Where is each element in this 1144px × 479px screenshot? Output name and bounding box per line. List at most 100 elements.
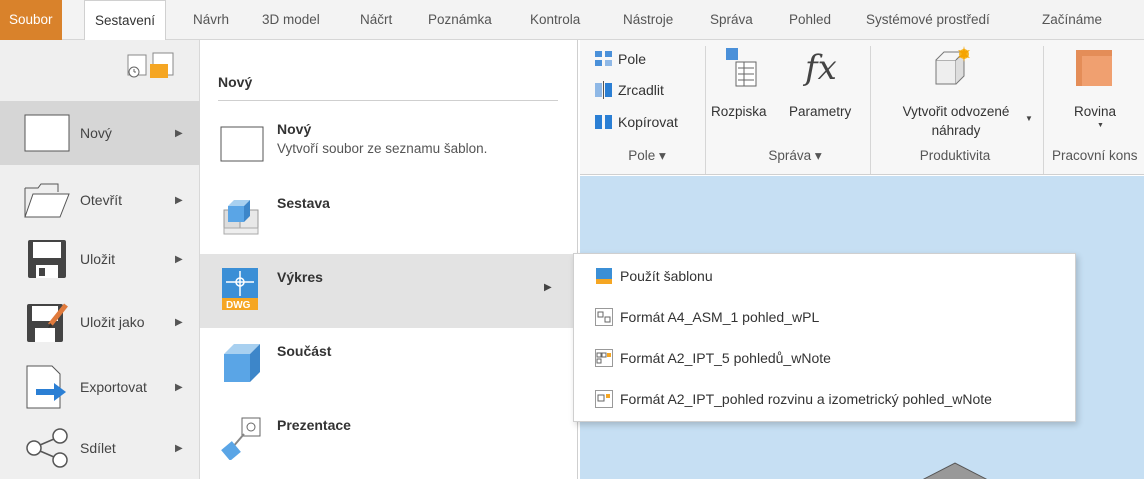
recent-documents-icon[interactable]: [126, 54, 152, 81]
drawing-template-icon: [594, 390, 614, 408]
panel-item-name: Výkres: [277, 269, 323, 285]
plane-icon: [1076, 48, 1116, 91]
productivity-label-line2: náhrady: [931, 123, 981, 138]
file-menu-sidebar: Nový ▶ Otevřít ▶ Uložit ▶ Uložit jako ▶ …: [0, 40, 200, 479]
bom-icon: [726, 48, 758, 91]
panel-title: Nový: [218, 74, 253, 90]
sidebar-item-label: Uložit: [80, 251, 116, 267]
open-documents-icon[interactable]: [150, 52, 180, 83]
sidebar-item-sdilet[interactable]: Sdílet ▶: [0, 416, 200, 479]
flyout-item-label: Použít šablonu: [620, 268, 713, 284]
rozpiska-button[interactable]: Rozpiska: [711, 104, 767, 119]
zrcadlit-label: Zrcadlit: [618, 82, 664, 98]
ribbon: Pole Zrcadlit Kopírovat Pole ▾ Rozpiska …: [580, 40, 1144, 175]
pole-button[interactable]: Pole: [594, 50, 646, 68]
sidebar-item-exportovat[interactable]: Exportovat ▶: [0, 355, 200, 419]
sidebar-item-label: Uložit jako: [80, 314, 145, 330]
sidebar-item-ulozit-jako[interactable]: Uložit jako ▶: [0, 290, 200, 354]
kopirovat-button[interactable]: Kopírovat: [594, 113, 678, 131]
dwg-badge-text: DWG: [226, 300, 251, 311]
sidebar-item-label: Exportovat: [80, 379, 147, 395]
new-file-icon: [220, 118, 264, 164]
pattern-icon: [595, 51, 612, 66]
derived-substitute-icon: [932, 46, 974, 89]
chevron-right-icon: ▶: [544, 282, 552, 293]
panel-item-prezentace[interactable]: Prezentace: [200, 402, 576, 476]
chevron-right-icon: ▶: [175, 127, 183, 139]
flyout-item-label: Formát A4_ASM_1 pohled_wPL: [620, 309, 820, 325]
tab-pohled[interactable]: Pohled: [789, 0, 831, 40]
flyout-item-a4-asm[interactable]: Formát A4_ASM_1 pohled_wPL: [594, 303, 819, 331]
panel-item-name: Sestava: [277, 195, 330, 211]
template-icon: [594, 267, 614, 285]
sidebar-item-otevrit[interactable]: Otevřít ▶: [0, 168, 200, 232]
sidebar-item-ulozit[interactable]: Uložit ▶: [0, 227, 200, 291]
flyout-item-a2-ipt-rozvin[interactable]: Formát A2_IPT_pohled rozvinu a izometric…: [594, 385, 992, 413]
group-sprava-menu[interactable]: Správa ▾: [756, 148, 834, 164]
flyout-item-pouzit-sablonu[interactable]: Použít šablonu: [594, 262, 713, 290]
productivity-label-line1: Vytvořit odvozené: [902, 104, 1010, 119]
tab-zaciname[interactable]: Začínáme: [1042, 0, 1102, 40]
sidebar-item-label: Nový: [80, 125, 112, 141]
chevron-right-icon: ▶: [175, 442, 183, 454]
dropdown-caret-icon: ▼: [1097, 122, 1104, 129]
drawing-template-icon: [594, 308, 614, 326]
panel-item-name: Nový: [277, 121, 312, 137]
new-file-icon: [22, 110, 72, 156]
group-pole-menu[interactable]: Pole ▾: [612, 148, 682, 164]
tab-navrh[interactable]: Návrh: [193, 0, 229, 40]
mirror-icon: [595, 81, 612, 99]
sidebar-item-label: Otevřít: [80, 192, 123, 208]
tab-sprava[interactable]: Správa: [710, 0, 753, 40]
tab-soubor[interactable]: Soubor: [0, 0, 62, 40]
fx-icon: fx: [805, 48, 837, 88]
export-icon: [22, 364, 72, 410]
tab-poznamka[interactable]: Poznámka: [428, 0, 492, 40]
new-panel: Nový Nový Vytvoří soubor ze seznamu šabl…: [200, 40, 578, 479]
flyout-item-label: Formát A2_IPT_pohled rozvinu a izometric…: [620, 391, 992, 407]
chevron-right-icon: ▶: [175, 316, 183, 328]
save-icon: [22, 236, 72, 282]
tab-kontrola[interactable]: Kontrola: [530, 0, 580, 40]
sidebar-item-label: Sdílet: [80, 440, 116, 456]
presentation-icon: [220, 414, 264, 461]
folder-open-icon: [22, 177, 72, 223]
separator: [705, 46, 706, 174]
template-flyout-menu: Použít šablonu Formát A4_ASM_1 pohled_wP…: [573, 253, 1076, 422]
copy-icon: [595, 115, 612, 129]
sidebar-item-novy[interactable]: Nový ▶: [0, 101, 200, 165]
assembly-icon: [220, 192, 264, 238]
chevron-right-icon: ▶: [175, 381, 183, 393]
zrcadlit-button[interactable]: Zrcadlit: [594, 81, 664, 99]
chevron-right-icon: ▶: [175, 253, 183, 265]
panel-item-vykres[interactable]: DWG Výkres ▶: [200, 254, 576, 328]
panel-item-desc: Vytvoří soubor ze seznamu šablon.: [277, 141, 488, 156]
menu-bar: Soubor Sestavení Návrh 3D model Náčrt Po…: [0, 0, 1144, 41]
model-shape: [922, 462, 988, 479]
pole-label: Pole: [618, 51, 647, 67]
flyout-item-a2-ipt-5[interactable]: Formát A2_IPT_5 pohledů_wNote: [594, 344, 831, 372]
panel-item-name: Součást: [277, 343, 332, 359]
panel-item-sestava[interactable]: Sestava: [200, 180, 576, 254]
chevron-right-icon: ▶: [175, 194, 183, 206]
rovina-button[interactable]: Rovina: [1074, 104, 1116, 119]
dropdown-caret-icon: ▼: [1025, 114, 1033, 123]
drawing-template-icon: [594, 349, 614, 367]
flyout-item-label: Formát A2_IPT_5 pohledů_wNote: [620, 350, 831, 366]
parametry-button[interactable]: Parametry: [789, 104, 851, 119]
tab-sestaveni[interactable]: Sestavení: [84, 0, 167, 41]
vytvorit-odvozene-nahrady-button[interactable]: Vytvořit odvozené náhrady: [880, 104, 1032, 138]
panel-item-soucast[interactable]: Součást: [200, 328, 576, 402]
dwg-drawing-icon: DWG: [220, 266, 264, 312]
panel-item-novy[interactable]: Nový Vytvoří soubor ze seznamu šablon.: [200, 106, 576, 180]
tab-nastroje[interactable]: Nástroje: [623, 0, 673, 40]
divider: [218, 100, 558, 101]
panel-item-name: Prezentace: [277, 417, 351, 433]
tab-nacrt[interactable]: Náčrt: [360, 0, 392, 40]
separator: [870, 46, 871, 174]
kopirovat-label: Kopírovat: [618, 114, 678, 130]
group-produktivita: Produktivita: [919, 148, 991, 163]
share-icon: [22, 425, 72, 471]
tab-3d-model[interactable]: 3D model: [262, 0, 320, 40]
tab-systemove-prostredi[interactable]: Systémové prostředí: [866, 0, 990, 40]
